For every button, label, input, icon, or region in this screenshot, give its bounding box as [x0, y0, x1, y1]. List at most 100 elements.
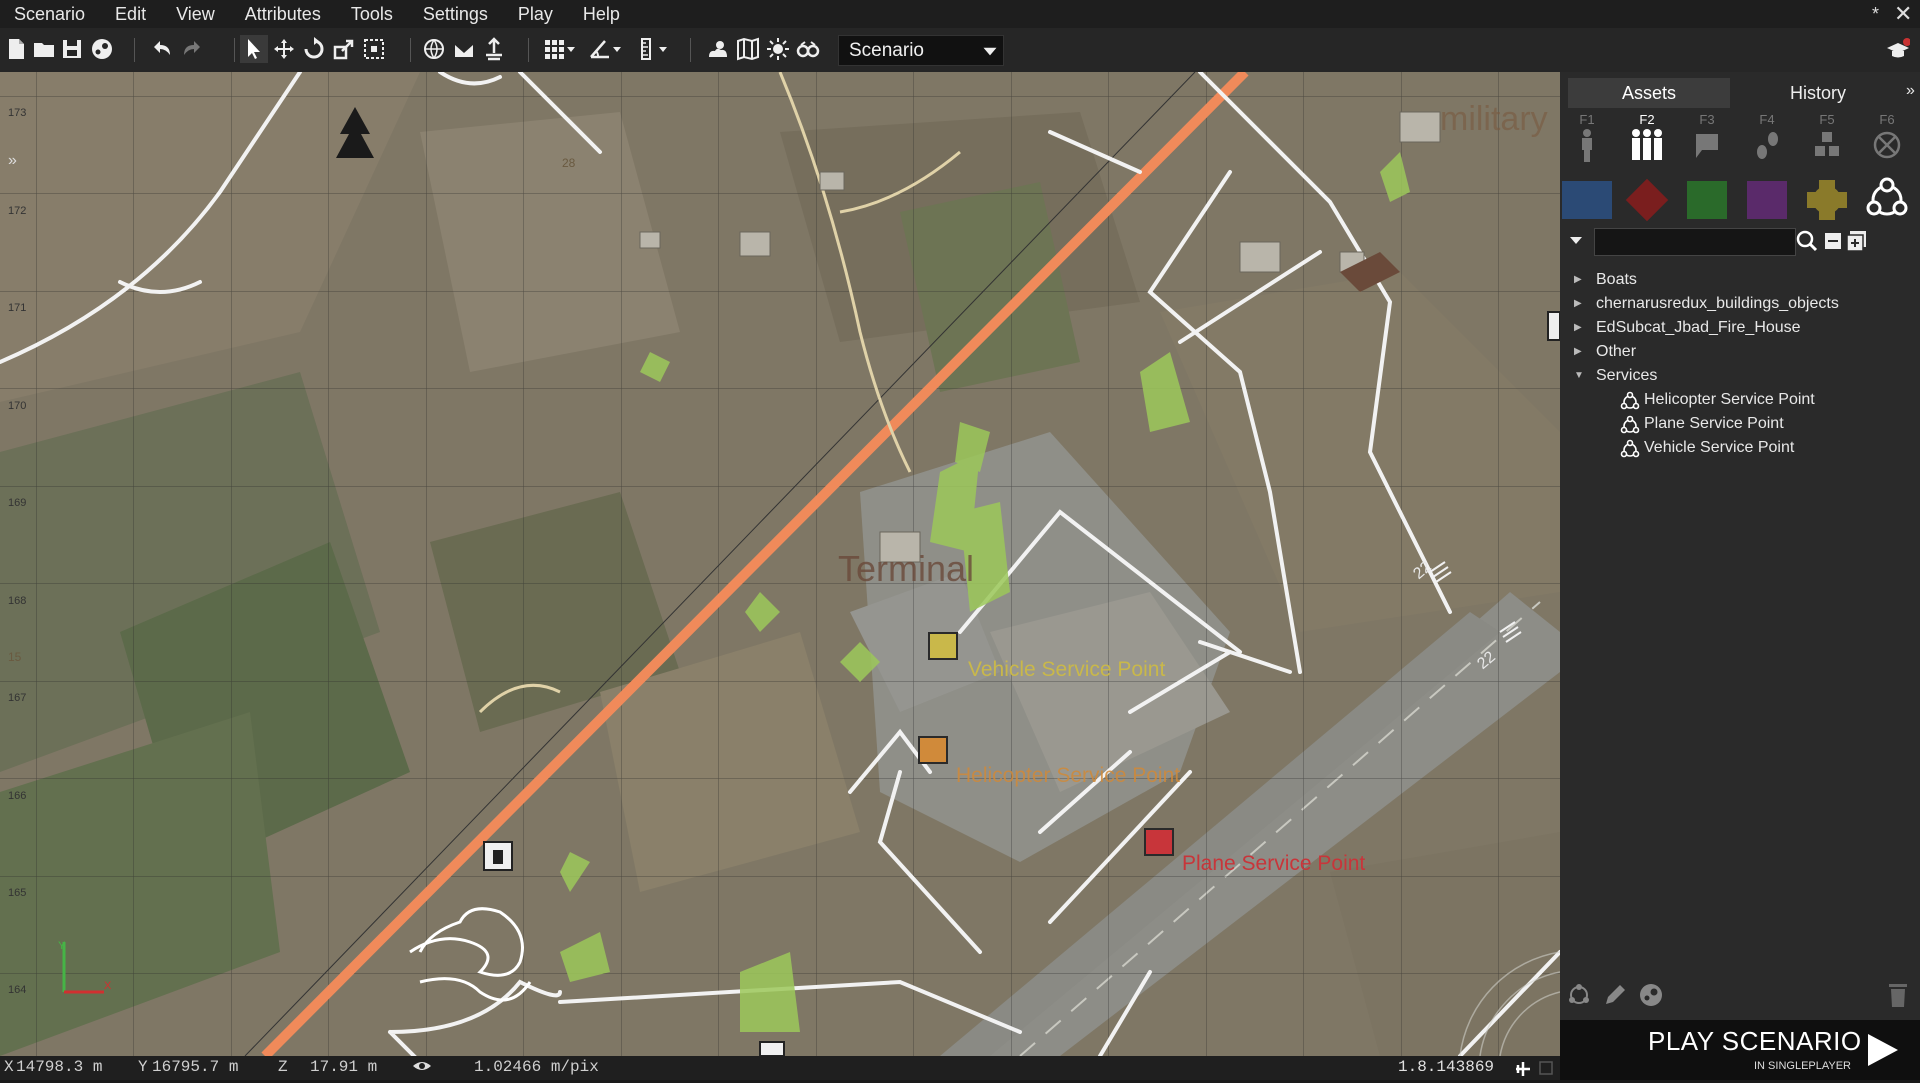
waypoints-mode-icon[interactable] [1742, 126, 1792, 164]
fkey-label: F3 [1699, 112, 1715, 127]
helicopter-service-point-marker[interactable] [918, 736, 948, 764]
tutorial-graduation-icon[interactable] [1884, 36, 1912, 64]
services-category-icon[interactable] [1862, 177, 1912, 222]
coord-y-value: 16795.7 m [152, 1058, 239, 1076]
world-space-icon[interactable] [420, 35, 448, 63]
asset-browser-panel: Assets History » F1 F2 F3 F4 F5 F6 ▶ Boat… [1560, 72, 1920, 1080]
map-label-terminal: Terminal [838, 548, 975, 589]
expand-all-icon[interactable] [1846, 230, 1868, 257]
status-bar: X 14798.3 m Y 16795.7 m Z 17.91 m 1.0246… [0, 1056, 1560, 1080]
tree-item-edsubcat-jbad[interactable]: ▶ EdSubcat_Jbad_Fire_House [1574, 316, 1914, 340]
steam-publish-icon[interactable] [88, 35, 116, 63]
menu-play[interactable]: Play [503, 0, 568, 28]
save-icon[interactable] [58, 35, 86, 63]
grid-y-label: 168 [8, 595, 27, 607]
scale-tool-icon[interactable] [330, 35, 358, 63]
expand-arrow-icon: ▶ [1574, 298, 1582, 309]
coord-x-value: 14798.3 m [16, 1058, 103, 1076]
close-icon[interactable]: ✕ [1894, 0, 1912, 28]
play-scenario-title: PLAY SCENARIO [1648, 1026, 1862, 1056]
objects-mode-icon[interactable] [1562, 126, 1612, 164]
chevron-down-icon[interactable] [656, 35, 670, 63]
expand-arrow-icon: ▶ [1574, 346, 1582, 357]
eye-icon [412, 1058, 432, 1079]
vehicle-service-point-marker[interactable] [928, 632, 958, 660]
menu-help[interactable]: Help [568, 0, 635, 28]
tree-item-other[interactable]: ▶ Other [1574, 340, 1914, 364]
faction-blufor[interactable] [1562, 178, 1612, 222]
grid-y-label: 169 [8, 497, 27, 509]
steam-workshop-icon[interactable] [1638, 982, 1664, 1012]
unsaved-marker: * [1872, 4, 1880, 24]
map-label-military: military [1440, 100, 1548, 138]
menu-attributes[interactable]: Attributes [230, 0, 336, 28]
axis-gizmo-y: Y [58, 940, 66, 952]
menu-bar: Scenario Edit View Attributes Tools Sett… [0, 0, 1920, 28]
collapse-arrow-icon: ▼ [1574, 370, 1584, 381]
groups-mode-icon[interactable] [1622, 126, 1672, 164]
play-icon [1868, 1034, 1898, 1066]
square-status-icon [1538, 1060, 1554, 1081]
search-icon[interactable] [1796, 230, 1818, 257]
chevron-down-icon[interactable] [610, 35, 624, 63]
play-scenario-button[interactable]: PLAY SCENARIO IN SINGLEPLAYER [1560, 1020, 1920, 1080]
open-folder-icon[interactable] [30, 35, 58, 63]
faction-civilian[interactable] [1742, 178, 1792, 222]
coord-z-label: Z [278, 1058, 288, 1076]
redo-icon[interactable] [178, 35, 206, 63]
select-tool-icon[interactable] [240, 35, 268, 63]
menu-tools[interactable]: Tools [336, 0, 408, 28]
lighting-icon[interactable] [764, 35, 792, 63]
camera-view-icon[interactable] [794, 35, 822, 63]
scenario-select-value: Scenario [849, 39, 924, 61]
service-point-icon [1620, 391, 1640, 410]
menu-settings[interactable]: Settings [408, 0, 503, 28]
axis-gizmo-x: X [104, 980, 112, 992]
plane-service-point-marker[interactable] [1144, 828, 1174, 856]
weather-icon[interactable] [704, 35, 732, 63]
scenario-select[interactable]: Scenario [838, 35, 1004, 66]
game-version: 1.8.143869 [1398, 1058, 1495, 1076]
new-file-icon[interactable] [2, 35, 30, 63]
map-icon[interactable] [734, 35, 762, 63]
tab-history[interactable]: History [1738, 78, 1898, 108]
expand-arrow-icon: ▶ [1574, 274, 1582, 285]
chevron-down-icon[interactable] [564, 35, 578, 63]
tree-item-plane-service[interactable]: Plane Service Point [1574, 412, 1914, 436]
undo-icon[interactable] [148, 35, 176, 63]
markers-mode-icon[interactable] [1802, 126, 1852, 164]
tab-assets[interactable]: Assets [1568, 78, 1730, 108]
grid-y-label: 173 [8, 107, 27, 119]
tree-item-vehicle-service[interactable]: Vehicle Service Point [1574, 436, 1914, 460]
expand-arrow-icon: ▶ [1574, 322, 1582, 333]
menu-edit[interactable]: Edit [100, 0, 161, 28]
collapse-panel-icon[interactable]: » [1906, 82, 1915, 100]
menu-scenario[interactable]: Scenario [0, 0, 100, 28]
tree-item-helicopter-service[interactable]: Helicopter Service Point [1574, 388, 1914, 412]
tree-item-services[interactable]: ▼ Services [1574, 364, 1914, 388]
faction-independent[interactable] [1682, 178, 1732, 222]
modules-mode-icon[interactable] [1682, 126, 1732, 164]
map-viewport[interactable]: » 173 172 171 170 169 168 167 166 165 16… [0, 72, 1560, 1056]
collapse-all-icon[interactable] [1824, 232, 1842, 255]
grid-y-label: 171 [8, 302, 27, 314]
filter-dropdown-icon[interactable] [1568, 232, 1584, 253]
empty-mode-icon[interactable] [1862, 126, 1912, 164]
edit-pencil-icon[interactable] [1602, 982, 1628, 1012]
menu-view[interactable]: View [161, 0, 230, 28]
asset-search-input[interactable] [1594, 228, 1796, 256]
expand-left-panel-icon[interactable]: » [8, 152, 17, 170]
delete-trash-icon[interactable] [1886, 982, 1910, 1012]
surface-snap-icon[interactable] [450, 35, 478, 63]
add-custom-composition-icon[interactable] [1566, 982, 1592, 1012]
faction-logic[interactable] [1802, 178, 1852, 222]
vertical-mode-icon[interactable] [480, 35, 508, 63]
faction-opfor[interactable] [1622, 178, 1672, 222]
move-tool-icon[interactable] [270, 35, 298, 63]
tree-item-chernarusredux[interactable]: ▶ chernarusredux_buildings_objects [1574, 292, 1914, 316]
tree-item-boats[interactable]: ▶ Boats [1574, 268, 1914, 292]
fkey-label: F1 [1579, 112, 1595, 127]
map-label-small: 15 [8, 650, 22, 664]
area-select-icon[interactable] [360, 35, 388, 63]
rotate-tool-icon[interactable] [300, 35, 328, 63]
